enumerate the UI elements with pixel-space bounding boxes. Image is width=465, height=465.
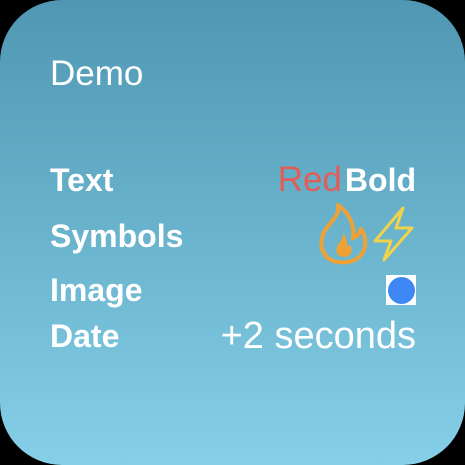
bolt-icon: [370, 206, 416, 264]
red-text-value: Red: [277, 160, 342, 199]
bold-text-value: Bold: [344, 162, 416, 198]
row-text: Text Red Bold: [50, 160, 416, 200]
symbols-label: Symbols: [50, 218, 184, 254]
widget-title: Demo: [50, 54, 144, 93]
image-value: [386, 270, 416, 310]
flame-icon: [316, 203, 370, 266]
text-label: Text: [50, 162, 114, 198]
blue-circle-image: [387, 276, 415, 304]
row-image: Image: [50, 270, 416, 310]
image-label: Image: [50, 272, 143, 308]
demo-widget[interactable]: Demo Text Red Bold Symbols Image Date +2…: [0, 0, 465, 465]
row-date: Date +2 seconds: [50, 316, 416, 356]
date-label: Date: [50, 318, 120, 354]
row-symbols: Symbols: [50, 203, 416, 265]
date-value: +2 seconds: [220, 315, 416, 357]
date-value-wrap: +2 seconds: [221, 316, 416, 356]
image-thumbnail: [386, 275, 416, 305]
symbols-value: [316, 203, 416, 265]
text-value: Red Bold: [278, 160, 416, 200]
